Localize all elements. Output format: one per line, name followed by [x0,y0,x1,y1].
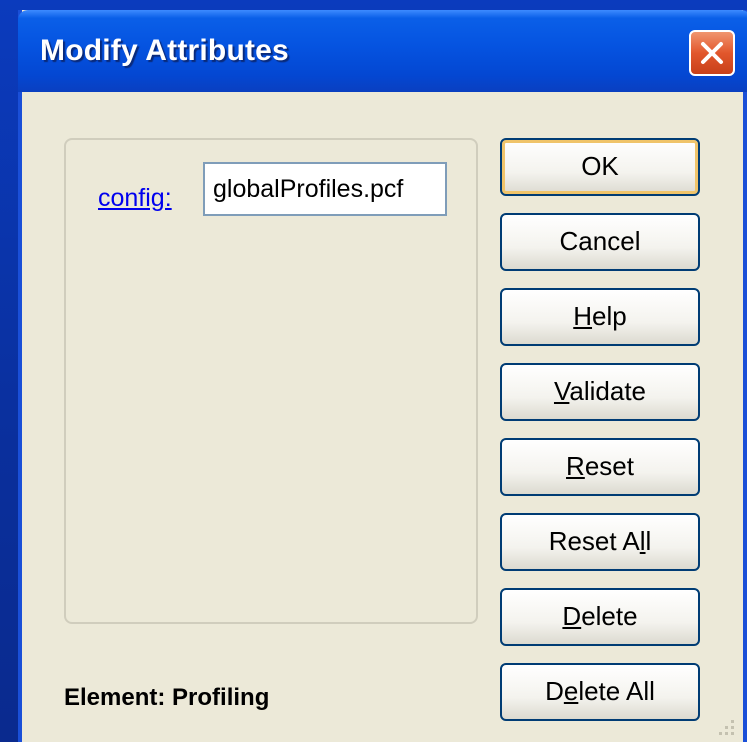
delete-all-label-mnemonic: e [563,676,579,706]
delete-all-label-post: lete All [578,676,655,706]
validate-label-post: alidate [569,376,647,406]
cancel-button-label: Cancel [559,226,641,256]
reset-button[interactable]: Reset [500,438,700,496]
reset-all-button[interactable]: Reset All [500,513,700,571]
close-icon [701,42,723,64]
window-title: Modify Attributes [40,34,289,67]
reset-label-mnemonic: R [566,451,585,481]
resize-grip-icon[interactable] [713,714,737,738]
config-value-input[interactable] [203,162,447,216]
delete-button[interactable]: Delete [500,588,700,646]
help-button[interactable]: Help [500,288,700,346]
title-bar[interactable]: Modify Attributes [18,10,747,92]
help-label-mnemonic: H [573,301,593,331]
close-button[interactable] [689,30,735,76]
element-status-label: Element: Profiling [64,684,270,711]
validate-button[interactable]: Validate [500,363,700,421]
delete-label-post: elete [581,601,638,631]
modify-attributes-dialog: Modify Attributes config: OK Cancel Help… [18,10,747,742]
delete-label-mnemonic: D [562,601,582,631]
cancel-button[interactable]: Cancel [500,213,700,271]
reset-all-label-post: l [645,526,652,556]
ok-button-label: OK [581,151,619,181]
dialog-body: config: OK Cancel Help Validate Reset Re… [22,92,743,742]
reset-label-post: eset [584,451,634,481]
config-attribute-link[interactable]: config: [98,184,172,213]
delete-all-label-pre: D [545,676,564,706]
validate-label-mnemonic: V [553,376,570,406]
reset-all-label-pre: Reset A [548,526,640,556]
ok-button[interactable]: OK [500,138,700,196]
delete-all-button[interactable]: Delete All [500,663,700,721]
help-label-post: elp [592,301,627,331]
